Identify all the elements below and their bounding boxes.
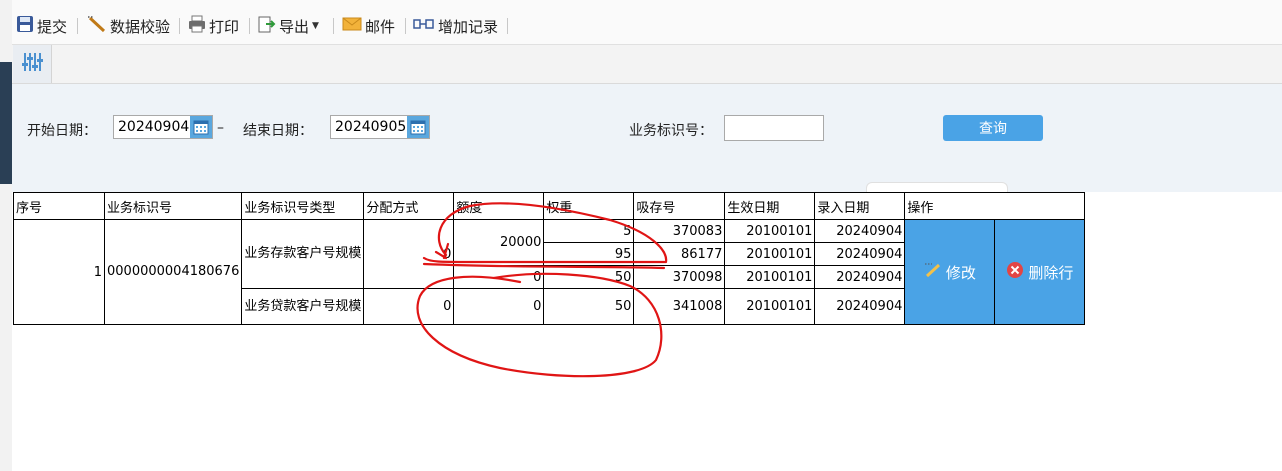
filter-panel: 开始日期： 20240904 – 结束日期： 20240905 业务标识号： 查… bbox=[12, 84, 1282, 192]
toolbar: 提交 数据校验 打印 导出 ▼ 邮件 增加记录 bbox=[12, 0, 1282, 45]
alloc-cell: 0 bbox=[363, 288, 455, 325]
toolbar-divider bbox=[507, 18, 508, 34]
biz-id-cell: 0000000004180676 bbox=[103, 219, 243, 325]
effective-date-cell: 20100101 bbox=[724, 219, 816, 243]
weight-cell: 50 bbox=[543, 288, 635, 325]
mail-button[interactable]: 邮件 bbox=[342, 14, 395, 38]
toolbar-divider bbox=[333, 18, 334, 34]
seq-cell: 1 bbox=[13, 219, 105, 325]
column-header: 录入日期 bbox=[814, 192, 906, 220]
print-button[interactable]: 打印 bbox=[188, 14, 239, 38]
deposit-cell: 86177 bbox=[633, 242, 726, 266]
query-button[interactable]: 查询 bbox=[943, 115, 1043, 141]
export-icon bbox=[258, 15, 276, 37]
deposit-cell: 370098 bbox=[633, 265, 726, 289]
amount-cell: 0 bbox=[453, 265, 545, 289]
toolbar-divider bbox=[249, 18, 250, 34]
alloc-cell: 0 bbox=[363, 219, 455, 289]
biz-id-label: 业务标识号： bbox=[629, 123, 713, 139]
mail-icon bbox=[342, 16, 362, 36]
data-validate-button[interactable]: 数据校验 bbox=[87, 14, 170, 38]
deposit-cell: 370083 bbox=[633, 219, 726, 243]
column-header: 操作 bbox=[904, 192, 1086, 220]
column-header: 业务标识号 bbox=[103, 192, 243, 220]
calendar-icon[interactable] bbox=[407, 116, 429, 138]
column-header: 序号 bbox=[13, 192, 105, 220]
table-header-row: 序号 业务标识号 业务标识号类型 分配方式 额度 权重 吸存号 生效日期 录入日… bbox=[13, 192, 1086, 220]
effective-date-cell: 20100101 bbox=[724, 242, 816, 266]
deposit-cell: 341008 bbox=[633, 288, 726, 325]
delete-label: 删除行 bbox=[1028, 263, 1074, 282]
chevron-down-icon[interactable]: ▼ bbox=[312, 21, 319, 31]
column-header: 额度 bbox=[453, 192, 545, 220]
toolbar-divider bbox=[77, 18, 78, 34]
column-header: 吸存号 bbox=[633, 192, 726, 220]
delete-icon bbox=[1006, 261, 1024, 283]
column-header: 分配方式 bbox=[363, 192, 455, 220]
sidebar-dark-panel bbox=[0, 62, 12, 184]
weight-cell: 5 bbox=[543, 219, 635, 243]
printer-icon bbox=[188, 15, 206, 37]
column-header: 生效日期 bbox=[724, 192, 816, 220]
start-date-value: 20240904 bbox=[118, 119, 190, 135]
end-date-value: 20240905 bbox=[335, 119, 407, 135]
end-date-field[interactable]: 20240905 bbox=[330, 115, 430, 139]
start-date-field[interactable]: 20240904 bbox=[113, 115, 213, 139]
edit-label: 修改 bbox=[945, 263, 976, 282]
table-row: 1 0000000004180676 业务存款客户号规模 0 20000 5 3… bbox=[13, 219, 1086, 325]
export-label: 导出 bbox=[279, 17, 310, 36]
submit-label: 提交 bbox=[37, 17, 68, 36]
edit-button[interactable]: 修改 bbox=[904, 219, 996, 325]
data-table: 序号 业务标识号 业务标识号类型 分配方式 额度 权重 吸存号 生效日期 录入日… bbox=[13, 192, 1086, 325]
wand-icon bbox=[87, 15, 107, 37]
add-record-button[interactable]: 增加记录 bbox=[413, 14, 498, 38]
entry-date-cell: 20240904 bbox=[814, 288, 906, 325]
end-date-label: 结束日期： bbox=[243, 123, 313, 139]
entry-date-cell: 20240904 bbox=[814, 219, 906, 243]
export-button[interactable]: 导出 ▼ bbox=[258, 14, 319, 38]
tab-filter-settings[interactable] bbox=[13, 45, 52, 83]
column-header: 权重 bbox=[543, 192, 635, 220]
biz-type-cell: 业务贷款客户号规模 bbox=[241, 288, 365, 325]
submit-button[interactable]: 提交 bbox=[16, 14, 67, 38]
add-record-label: 增加记录 bbox=[438, 17, 499, 36]
add-record-icon bbox=[413, 15, 435, 37]
save-icon bbox=[16, 15, 34, 37]
delete-row-button[interactable]: 删除行 bbox=[994, 219, 1086, 325]
effective-date-cell: 20100101 bbox=[724, 265, 816, 289]
amount-cell: 0 bbox=[453, 288, 545, 325]
print-label: 打印 bbox=[209, 17, 240, 36]
column-header: 业务标识号类型 bbox=[241, 192, 365, 220]
entry-date-cell: 20240904 bbox=[814, 242, 906, 266]
sliders-icon bbox=[21, 51, 43, 77]
start-date-label: 开始日期： bbox=[27, 123, 97, 139]
weight-cell: 50 bbox=[543, 265, 635, 289]
tab-bar bbox=[12, 45, 1282, 84]
biz-id-input[interactable] bbox=[724, 115, 824, 141]
toolbar-divider bbox=[179, 18, 180, 34]
mail-label: 邮件 bbox=[365, 17, 396, 36]
pencil-icon bbox=[924, 261, 942, 283]
toolbar-divider bbox=[405, 18, 406, 34]
effective-date-cell: 20100101 bbox=[724, 288, 816, 325]
amount-cell: 20000 bbox=[453, 219, 545, 266]
calendar-icon[interactable] bbox=[190, 116, 212, 138]
weight-cell: 95 bbox=[543, 242, 635, 266]
date-range-dash: – bbox=[217, 120, 224, 136]
entry-date-cell: 20240904 bbox=[814, 265, 906, 289]
data-validate-label: 数据校验 bbox=[110, 17, 171, 36]
biz-type-cell: 业务存款客户号规模 bbox=[241, 219, 365, 289]
left-sidebar-strip bbox=[0, 0, 12, 471]
